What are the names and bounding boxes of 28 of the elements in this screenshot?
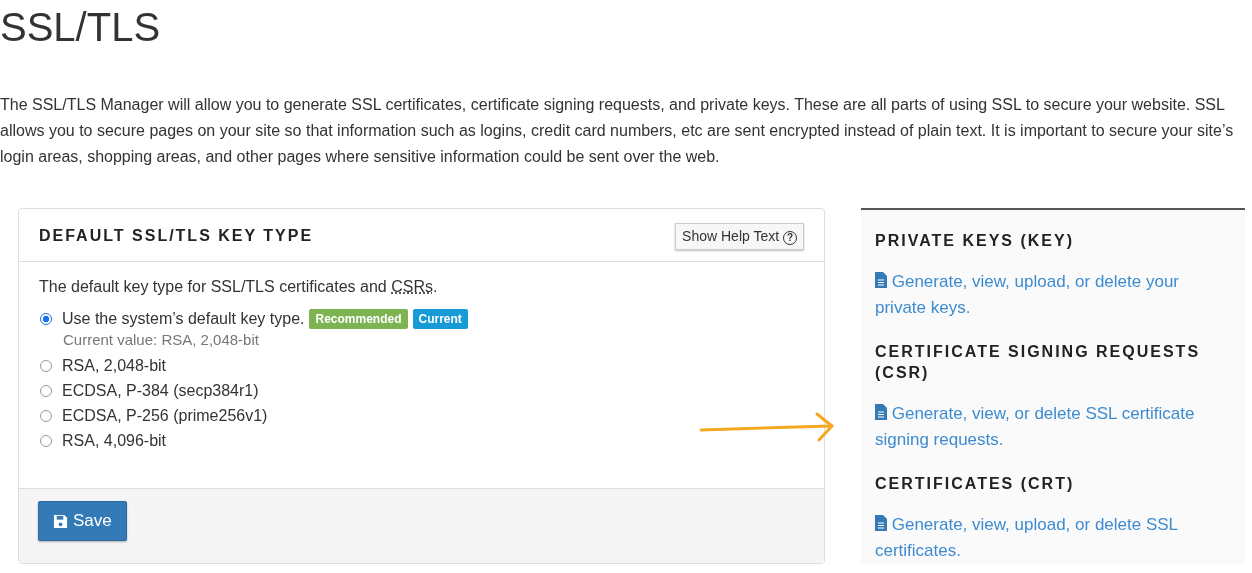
radio-button[interactable]	[40, 384, 52, 397]
option-label[interactable]: RSA, 4,096-bit	[62, 431, 167, 450]
document-icon	[875, 515, 887, 531]
status-badge: Current	[412, 308, 468, 329]
document-icon	[875, 404, 887, 420]
status-badge: Recommended	[309, 308, 408, 329]
section-link[interactable]: Generate, view, upload, or delete SSL certificates.	[875, 512, 1215, 564]
option-label[interactable]: RSA, 2,048-bit	[62, 356, 167, 375]
radio-button[interactable]	[40, 434, 52, 447]
panel-title: DEFAULT SSL/TLS KEY TYPE	[39, 227, 314, 245]
option-label[interactable]: ECDSA, P-384 (secp384r1)	[62, 381, 259, 400]
section-link[interactable]: Generate, view, or delete SSL certificate signing requests.	[875, 401, 1215, 453]
current-value-note: Current value: RSA, 2,048-bit	[63, 331, 260, 350]
option-label[interactable]: ECDSA, P-256 (prime256v1)	[62, 406, 268, 425]
page-title: SSL/TLS	[0, 4, 162, 51]
section-link[interactable]: Generate, view, upload, or delete your private keys.	[875, 269, 1215, 321]
radio-button[interactable]	[40, 409, 52, 422]
save-button[interactable]: Save	[38, 501, 127, 541]
radio-button[interactable]	[40, 359, 52, 372]
radio-button[interactable]	[40, 312, 52, 325]
section-heading: PRIVATE KEYS (KEY)	[875, 231, 1075, 251]
option-label[interactable]: Use the system’s default key type.	[62, 309, 305, 328]
show-help-button[interactable]: Show Help Text ?	[675, 222, 804, 250]
document-icon	[875, 272, 887, 288]
intro-paragraph: The SSL/TLS Manager will allow you to generate SSL certificates, certificate signing requests, and private keys. These are all parts of using SSL to secure your website. SSL allows you to secure pages on your site so that information such as logins, credit card numbers, etc are sent encrypted instead of plain text. It is important to secure your site’s login areas, shopping areas, and other pages where sensitive information could be sent over the web.	[0, 95, 1235, 167]
panel-description: The default key type for SSL/TLS certificates and CSRs.	[39, 278, 439, 296]
section-heading: CERTIFICATES (CRT)	[875, 474, 1076, 494]
section-heading: CERTIFICATE SIGNING REQUESTS (CSR)	[875, 342, 1202, 383]
